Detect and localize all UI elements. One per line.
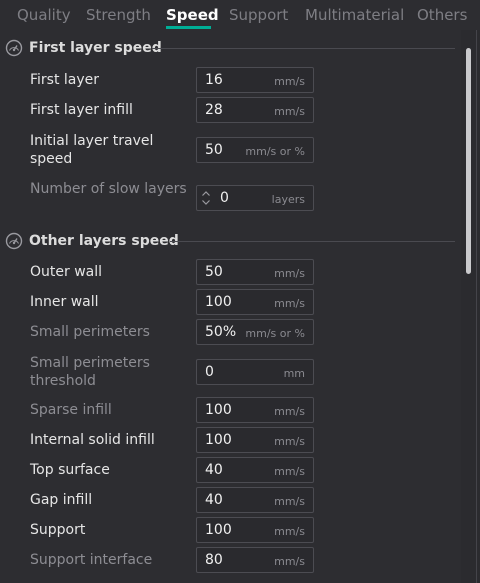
small-perimeters-threshold-field[interactable]: 0 mm — [196, 359, 314, 385]
section-title: Other layers speed — [29, 233, 179, 249]
field-unit: mm — [283, 367, 305, 380]
field-unit: mm/s — [274, 435, 305, 448]
field-value: 80 — [205, 552, 223, 568]
field-value: 100 — [205, 402, 232, 418]
label-small-perimeters: Small perimeters — [30, 324, 150, 340]
field-unit: mm/s — [274, 495, 305, 508]
field-value: 16 — [205, 72, 223, 88]
section-divider — [152, 48, 455, 49]
sparse-infill-speed-field[interactable]: 100 mm/s — [196, 397, 314, 423]
label-top-surface: Top surface — [30, 462, 110, 478]
field-unit: mm/s — [274, 555, 305, 568]
tab-others[interactable]: Others — [417, 6, 467, 24]
label-support-interface: Support interface — [30, 552, 153, 568]
tab-support[interactable]: Support — [229, 6, 288, 24]
field-unit: mm/s — [274, 297, 305, 310]
field-value: 100 — [205, 294, 232, 310]
field-value: 40 — [205, 492, 223, 508]
label-first-layer: First layer — [30, 72, 100, 88]
field-unit: mm/s — [274, 525, 305, 538]
internal-solid-infill-speed-field[interactable]: 100 mm/s — [196, 427, 314, 453]
field-value: 40 — [205, 462, 223, 478]
label-number-of-slow-layers: Number of slow layers — [30, 181, 187, 197]
scrollbar-thumb[interactable] — [466, 48, 471, 274]
label-initial-layer-travel-speed: Initial layer travel speed — [30, 133, 154, 167]
active-tab-indicator — [166, 26, 211, 29]
field-value: 28 — [205, 102, 223, 118]
tab-speed[interactable]: Speed — [166, 6, 219, 24]
label-gap-infill: Gap infill — [30, 492, 93, 508]
field-value: 100 — [205, 522, 232, 538]
section-header-other-layers: Other layers speed — [5, 231, 179, 251]
field-value: 0 — [220, 190, 229, 206]
field-value: 0 — [205, 364, 214, 380]
field-unit: mm/s or % — [245, 145, 305, 158]
field-unit: mm/s — [274, 267, 305, 280]
field-unit: mm/s — [274, 75, 305, 88]
settings-tab-bar: Quality Strength Speed Support Multimate… — [0, 0, 480, 30]
section-title: First layer speed — [29, 40, 162, 56]
label-internal-solid-infill: Internal solid infill — [30, 432, 155, 448]
label-sparse-infill: Sparse infill — [30, 402, 112, 418]
field-unit: layers — [271, 193, 305, 206]
field-value: 100 — [205, 432, 232, 448]
tab-quality[interactable]: Quality — [17, 6, 71, 24]
field-value: 50 — [205, 264, 223, 280]
panel-edge-divider — [476, 30, 477, 583]
initial-layer-travel-speed-field[interactable]: 50 mm/s or % — [196, 137, 314, 163]
label-inner-wall: Inner wall — [30, 294, 99, 310]
small-perimeters-speed-field[interactable]: 50% mm/s or % — [196, 319, 314, 345]
tab-strength[interactable]: Strength — [86, 6, 151, 24]
field-unit: mm/s — [274, 465, 305, 478]
section-divider — [170, 241, 455, 242]
top-surface-speed-field[interactable]: 40 mm/s — [196, 457, 314, 483]
outer-wall-speed-field[interactable]: 50 mm/s — [196, 259, 314, 285]
speed-settings-panel: First layer speed First layer 16 mm/s Fi… — [0, 30, 460, 583]
support-interface-speed-field[interactable]: 80 mm/s — [196, 547, 314, 573]
first-layer-speed-field[interactable]: 16 mm/s — [196, 67, 314, 93]
field-value: 50 — [205, 142, 223, 158]
speedometer-icon — [5, 232, 23, 250]
tab-multimaterial[interactable]: Multimaterial — [305, 6, 404, 24]
field-unit: mm/s — [274, 405, 305, 418]
label-small-perimeters-threshold: Small perimeters threshold — [30, 355, 150, 389]
number-of-slow-layers-spinner[interactable]: 0 layers — [196, 185, 314, 211]
field-unit: mm/s or % — [245, 327, 305, 340]
field-value: 50% — [205, 324, 237, 340]
field-unit: mm/s — [274, 105, 305, 118]
gap-infill-speed-field[interactable]: 40 mm/s — [196, 487, 314, 513]
inner-wall-speed-field[interactable]: 100 mm/s — [196, 289, 314, 315]
first-layer-infill-speed-field[interactable]: 28 mm/s — [196, 97, 314, 123]
section-header-first-layer: First layer speed — [5, 38, 162, 58]
spinner-arrows-icon[interactable] — [201, 189, 211, 207]
label-support: Support — [30, 522, 86, 538]
label-outer-wall: Outer wall — [30, 264, 103, 280]
label-first-layer-infill: First layer infill — [30, 102, 133, 118]
support-speed-field[interactable]: 100 mm/s — [196, 517, 314, 543]
speedometer-icon — [5, 39, 23, 57]
